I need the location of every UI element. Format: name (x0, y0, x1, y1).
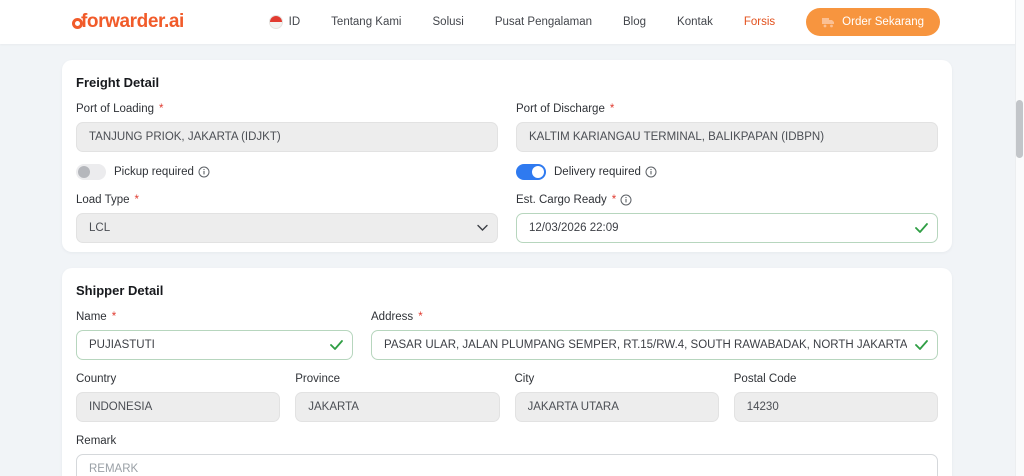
province-input (295, 392, 500, 422)
city-input (514, 392, 719, 422)
language-label: ID (288, 16, 301, 28)
nav-item-kontak[interactable]: Kontak (677, 16, 713, 28)
country-input (76, 392, 281, 422)
city-label: City (514, 373, 535, 385)
province-label: Province (295, 373, 340, 385)
shipper-name-input[interactable] (76, 330, 353, 360)
required-mark: * (134, 194, 139, 206)
required-mark: * (609, 103, 615, 115)
shipper-address-label: Address * (371, 311, 423, 323)
nav-item-forsis[interactable]: Forsis (744, 16, 775, 28)
est-cargo-ready-label: Est. Cargo Ready * (516, 194, 938, 206)
main-nav: ID Tentang Kami Solusi Pusat Pengalaman … (268, 8, 940, 36)
port-of-loading-input (76, 122, 498, 152)
valid-check-icon (915, 223, 928, 233)
port-of-discharge-input (516, 122, 938, 152)
freight-detail-card: Freight Detail Port of Loading* Pickup r… (62, 60, 952, 252)
load-type-label: Load Type * (76, 194, 139, 206)
truck-icon (822, 17, 835, 28)
scrollbar[interactable] (1015, 0, 1024, 476)
top-navbar: forwarder.ai ID Tentang Kami Solusi Pusa… (0, 0, 1024, 44)
brand-name: forwarder.ai (81, 11, 184, 32)
postal-code-input (733, 392, 938, 422)
remark-input[interactable] (76, 454, 938, 476)
language-selector[interactable]: ID (268, 15, 301, 29)
pickup-required-label: Pickup required (114, 166, 210, 178)
page: forwarder.ai ID Tentang Kami Solusi Pusa… (0, 0, 1024, 476)
shipper-address-input[interactable] (371, 330, 938, 360)
info-icon[interactable] (198, 166, 210, 178)
info-icon[interactable] (645, 166, 657, 178)
order-sekarang-label: Order Sekarang (842, 16, 924, 28)
valid-check-icon (330, 340, 343, 350)
brand-logo[interactable]: forwarder.ai (72, 11, 184, 33)
info-icon[interactable] (620, 194, 632, 206)
shipper-name-label: Name * (76, 311, 117, 323)
nav-item-tentang-kami[interactable]: Tentang Kami (331, 16, 401, 28)
nav-item-blog[interactable]: Blog (623, 16, 646, 28)
valid-check-icon (915, 340, 928, 350)
required-mark: * (159, 103, 164, 115)
freight-detail-title: Freight Detail (76, 75, 160, 90)
nav-item-solusi[interactable]: Solusi (433, 16, 464, 28)
postal-code-label: Postal Code (733, 373, 797, 385)
est-cargo-ready-input[interactable] (516, 213, 938, 243)
shipper-detail-card: Shipper Detail Name* Address* (62, 268, 952, 476)
order-sekarang-button[interactable]: Order Sekarang (806, 8, 940, 36)
remark-label: Remark (76, 435, 117, 447)
nav-item-pusat-pengalaman[interactable]: Pusat Pengalaman (495, 16, 592, 28)
port-of-loading-label: Port of Loading * (76, 103, 164, 115)
port-of-discharge-label: Port of Discharge * (516, 103, 615, 115)
delivery-required-toggle[interactable] (516, 164, 546, 180)
shipper-detail-title: Shipper Detail (76, 283, 164, 298)
delivery-required-label: Delivery required (554, 166, 657, 178)
required-mark: * (611, 194, 617, 206)
required-mark: * (111, 311, 117, 323)
indonesia-flag-icon (268, 15, 283, 29)
chevron-down-icon (477, 224, 488, 232)
country-label: Country (76, 373, 117, 385)
pickup-required-toggle[interactable] (76, 164, 106, 180)
load-type-select[interactable] (76, 213, 498, 243)
scrollbar-thumb[interactable] (1016, 100, 1023, 158)
required-mark: * (418, 311, 423, 323)
